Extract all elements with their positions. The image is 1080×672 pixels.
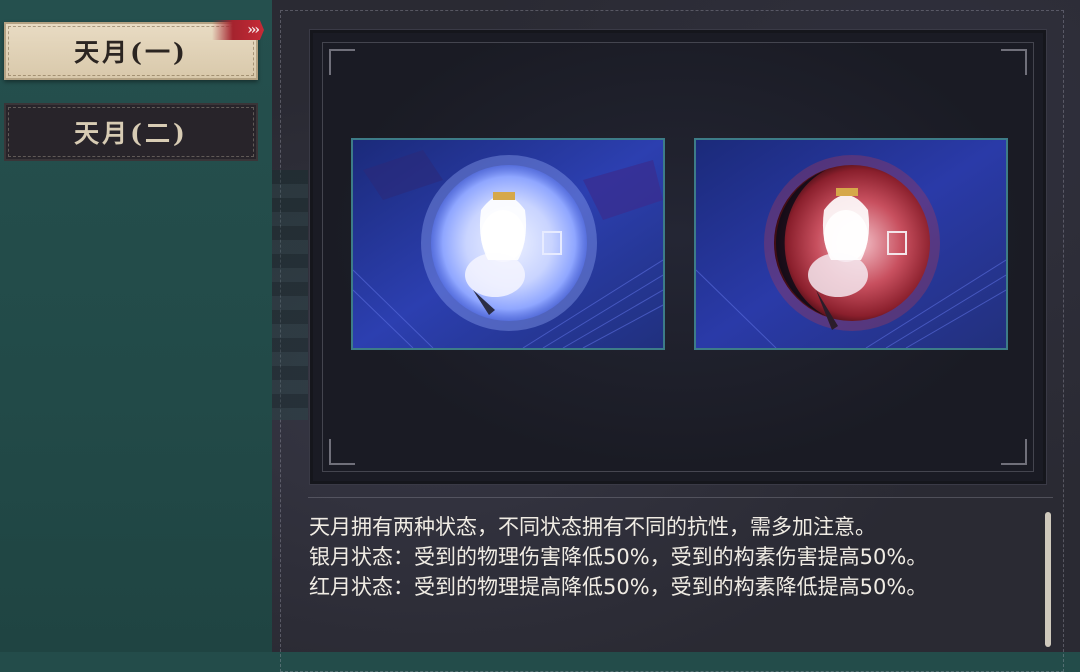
decorative-ornament xyxy=(272,170,308,420)
tab-tianyue-1[interactable]: 天月(一) ››› xyxy=(4,20,264,80)
corner-ornament-icon xyxy=(329,49,355,75)
corner-ornament-icon xyxy=(1001,49,1027,75)
description-text: 天月拥有两种状态，不同状态拥有不同的抗性，需多加注意。 银月状态：受到的物理伤害… xyxy=(309,512,1029,602)
silver-moon-state-illustration xyxy=(353,140,663,348)
sidebar: 天月(一) ››› 天月(二) xyxy=(0,0,272,652)
tab-tianyue-2[interactable]: 天月(二) xyxy=(4,103,258,161)
red-moon-state-image[interactable] xyxy=(696,140,1006,348)
corner-ornament-icon xyxy=(329,439,355,465)
description-line: 天月拥有两种状态，不同状态拥有不同的抗性，需多加注意。 xyxy=(309,515,876,539)
description-divider xyxy=(308,497,1053,498)
silver-moon-state-image[interactable] xyxy=(353,140,663,348)
description-line: 红月状态：受到的物理提高降低50%，受到的构素降低提高50%。 xyxy=(309,575,928,599)
tab-label: 天月(二) xyxy=(74,119,188,148)
tab-label: 天月(一) xyxy=(74,38,188,67)
description-line: 银月状态：受到的物理伤害降低50%，受到的构素伤害提高50%。 xyxy=(309,545,928,569)
active-tab-marker-icon: ››› xyxy=(212,20,264,40)
corner-ornament-icon xyxy=(1001,439,1027,465)
red-moon-state-illustration xyxy=(696,140,1006,348)
image-viewer xyxy=(313,33,1043,481)
main-panel: 天月拥有两种状态，不同状态拥有不同的抗性，需多加注意。 银月状态：受到的物理伤害… xyxy=(272,0,1080,672)
description-scrollbar[interactable] xyxy=(1045,512,1051,647)
